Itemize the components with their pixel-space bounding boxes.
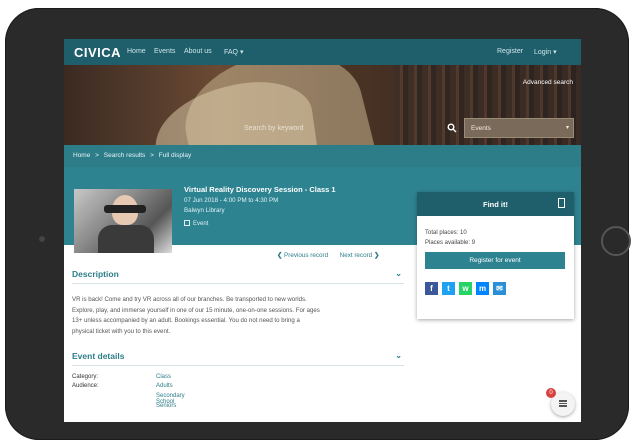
home-button[interactable] xyxy=(601,226,631,256)
chat-icon xyxy=(559,403,567,404)
total-places: Total places: 10 xyxy=(425,230,467,236)
notification-badge: 0 xyxy=(546,388,556,398)
description-line: physical ticket with you to this event. xyxy=(72,327,171,335)
description-section-header[interactable]: Description ⌄ xyxy=(72,269,404,284)
find-it-header: Find it! xyxy=(417,192,574,216)
description-line: Explore, play, and immerse yourself in o… xyxy=(72,306,320,314)
breadcrumb-separator: > xyxy=(150,152,154,159)
register-link[interactable]: Register xyxy=(497,48,523,55)
search-scope-select[interactable]: Events ▾ xyxy=(464,118,574,138)
breadcrumb-current: Full display xyxy=(158,152,192,159)
previous-record-link[interactable]: Previous record xyxy=(284,252,328,259)
breadcrumb: Home > Search results > Full display xyxy=(64,145,581,167)
top-navbar: CIVICA Home Events About us FAQ ▾ Regist… xyxy=(64,39,581,65)
record-type: Event xyxy=(184,220,208,227)
search-input[interactable]: Search by keyword xyxy=(244,125,304,132)
category-value[interactable]: Class xyxy=(156,374,171,380)
category-label: Category: xyxy=(72,374,99,380)
nav-faq[interactable]: FAQ ▾ xyxy=(224,48,243,56)
chevron-down-icon[interactable]: ⌄ xyxy=(395,269,402,278)
bookmark-icon[interactable] xyxy=(558,198,565,208)
civica-logo[interactable]: CIVICA xyxy=(74,45,121,60)
search-scope-value: Events xyxy=(471,125,491,132)
twitter-icon[interactable]: t xyxy=(442,282,455,295)
chevron-left-icon[interactable]: ❮ xyxy=(277,252,282,259)
breadcrumb-separator: > xyxy=(95,152,99,159)
event-details-section-header[interactable]: Event details ⌄ xyxy=(72,351,404,366)
description-line: VR is back! Come and try VR across all o… xyxy=(72,296,307,303)
audience-value[interactable]: Seniors xyxy=(156,403,176,409)
calendar-icon xyxy=(184,220,190,226)
register-for-event-button[interactable]: Register for event xyxy=(425,252,565,269)
camera-dot xyxy=(39,236,45,242)
email-icon[interactable]: ✉ xyxy=(493,282,506,295)
audience-value[interactable]: Adults xyxy=(156,383,173,389)
description-text: VR is back! Come and try VR across all o… xyxy=(72,295,402,337)
record-location: Balwyn Library xyxy=(184,207,225,214)
thumbnail-figure xyxy=(98,225,154,253)
chevron-down-icon[interactable]: ⌄ xyxy=(395,351,402,360)
whatsapp-icon[interactable]: w xyxy=(459,282,472,295)
advanced-search-link[interactable]: Advanced search xyxy=(523,79,573,86)
breadcrumb-search-results[interactable]: Search results xyxy=(104,152,146,159)
browser-screen: CIVICA Home Events About us FAQ ▾ Regist… xyxy=(64,39,581,422)
nav-home[interactable]: Home xyxy=(127,48,146,55)
find-it-panel: Find it! Total places: 10 Places availab… xyxy=(417,192,574,319)
vr-headset-image xyxy=(104,205,146,213)
event-thumbnail xyxy=(74,189,172,253)
breadcrumb-home[interactable]: Home xyxy=(73,152,90,159)
chevron-right-icon[interactable]: ❯ xyxy=(374,252,379,259)
audience-label: Audience: xyxy=(72,383,99,389)
description-heading: Description xyxy=(72,269,119,279)
event-details-heading: Event details xyxy=(72,351,125,361)
description-line: 13+ unless accompanied by an adult. Book… xyxy=(72,317,300,324)
next-record-link[interactable]: Next record xyxy=(340,252,373,259)
messenger-icon[interactable]: m xyxy=(476,282,489,295)
record-title: Virtual Reality Discovery Session - Clas… xyxy=(184,185,336,194)
chevron-down-icon: ▾ xyxy=(565,125,569,131)
search-icon[interactable] xyxy=(447,123,457,133)
find-it-heading: Find it! xyxy=(483,200,508,209)
record-type-label: Event xyxy=(193,221,209,227)
places-available: Places available: 9 xyxy=(425,240,476,246)
login-link[interactable]: Login ▾ xyxy=(534,48,557,56)
record-datetime: 07 Jun 2018 - 4:00 PM to 4:30 PM xyxy=(184,197,279,204)
search-hero: Advanced search Search by keyword Events… xyxy=(64,65,581,145)
facebook-icon[interactable]: f xyxy=(425,282,438,295)
nav-about-us[interactable]: About us xyxy=(184,48,212,55)
nav-events[interactable]: Events xyxy=(154,48,175,55)
record-navigation: ❮ Previous record Next record ❯ xyxy=(277,252,379,259)
